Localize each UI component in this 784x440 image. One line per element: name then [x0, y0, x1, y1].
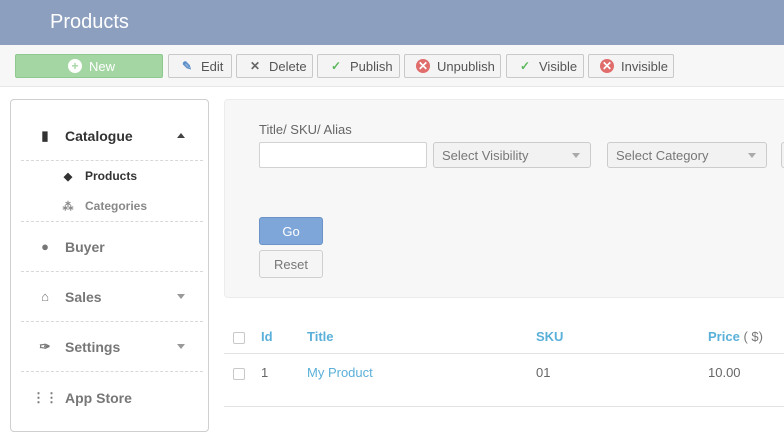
new-button[interactable]: + New: [15, 54, 163, 78]
delete-button[interactable]: ✕ Delete: [236, 54, 313, 78]
column-header-sku[interactable]: SKU: [536, 329, 563, 344]
toolbar: + New ✎ Edit ✕ Delete ✓ Publish ✕ Unpubl…: [0, 45, 784, 87]
sidebar-item-label: Products: [85, 169, 138, 183]
select-all-checkbox[interactable]: [233, 332, 245, 344]
sidebar-item-label: Categories: [85, 199, 148, 213]
visibility-select[interactable]: Select Visibility: [433, 142, 591, 168]
chevron-down-icon: [177, 344, 185, 349]
sidebar-item-label: Settings: [65, 338, 121, 355]
edit-button[interactable]: ✎ Edit: [168, 54, 232, 78]
search-input[interactable]: [259, 142, 427, 168]
sidebar-item-app-store[interactable]: ⋮⋮ App Store: [21, 373, 203, 423]
category-select[interactable]: Select Category: [607, 142, 767, 168]
page-title: Products: [50, 11, 129, 33]
chevron-up-icon: [177, 133, 185, 138]
app-header: Products: [0, 0, 784, 45]
sidebar-item-buyer[interactable]: ● Buyer: [21, 222, 203, 272]
sidebar-item-sales[interactable]: ⌂ Sales: [21, 272, 203, 322]
sidebar-item-settings[interactable]: ✑ Settings: [21, 322, 203, 372]
row-sku: 01: [536, 365, 551, 380]
close-icon: ✕: [249, 59, 261, 73]
x-circle-icon: ✕: [600, 59, 614, 73]
bank-icon: ⌂: [41, 289, 49, 304]
invisible-button-label: Invisible: [621, 58, 668, 74]
category-select-value: Select Category: [616, 147, 709, 163]
plus-circle-icon: +: [68, 59, 82, 73]
column-header-id[interactable]: Id: [261, 329, 273, 344]
unpublish-button[interactable]: ✕ Unpublish: [404, 54, 501, 78]
unpublish-button-label: Unpublish: [437, 58, 495, 74]
products-table: Id Title SKU Price ( $) 1 My Product 01 …: [224, 318, 784, 408]
check-icon: ✓: [519, 59, 531, 73]
search-label: Title/ SKU/ Alias: [259, 122, 352, 137]
delete-button-label: Delete: [269, 58, 307, 74]
price-header-label: Price: [708, 329, 740, 344]
sidebar: ▮ Catalogue ◆ Products ⁂ Categories ● Bu…: [10, 99, 209, 432]
publish-button-label: Publish: [350, 58, 393, 74]
sidebar-item-products[interactable]: ◆ Products: [61, 169, 137, 183]
sidebar-item-label: Catalogue: [65, 127, 133, 144]
book-icon: ▮: [41, 127, 49, 143]
sidebar-item-catalogue[interactable]: ▮ Catalogue: [21, 111, 203, 161]
row-title-link[interactable]: My Product: [307, 365, 373, 380]
sidebar-item-label: Buyer: [65, 238, 105, 255]
edit-icon: ✎: [181, 59, 193, 73]
visible-button-label: Visible: [539, 58, 578, 74]
row-checkbox[interactable]: [233, 368, 245, 380]
grid-icon: ⋮⋮: [32, 390, 58, 405]
user-icon: ●: [41, 239, 49, 254]
sitemap-icon: ⁂: [62, 200, 74, 213]
wrench-icon: ✑: [39, 338, 51, 354]
go-button[interactable]: Go: [259, 217, 323, 245]
sidebar-item-categories[interactable]: ⁂ Categories: [61, 199, 148, 213]
price-unit: ( $): [743, 329, 763, 344]
table-header-row: Id Title SKU Price ( $): [224, 318, 784, 354]
sidebar-item-label: App Store: [65, 390, 132, 406]
sidebar-item-label: Sales: [65, 288, 102, 305]
check-icon: ✓: [330, 59, 342, 73]
invisible-button[interactable]: ✕ Invisible: [588, 54, 674, 78]
reset-button[interactable]: Reset: [259, 250, 323, 278]
table-row: 1 My Product 01 10.00: [224, 354, 784, 407]
tags-icon: ◆: [63, 170, 73, 183]
visibility-select-value: Select Visibility: [442, 147, 529, 163]
edit-button-label: Edit: [201, 58, 224, 74]
x-circle-icon: ✕: [416, 59, 430, 73]
column-header-title[interactable]: Title: [307, 329, 334, 344]
filter-panel: Title/ SKU/ Alias Select Visibility Sele…: [224, 99, 784, 298]
chevron-down-icon: [748, 153, 756, 158]
new-button-label: New: [89, 58, 116, 74]
row-id: 1: [261, 365, 269, 380]
publish-button[interactable]: ✓ Publish: [317, 54, 400, 78]
column-header-price[interactable]: Price ( $): [708, 329, 763, 344]
chevron-down-icon: [177, 294, 185, 299]
visible-button[interactable]: ✓ Visible: [506, 54, 584, 78]
chevron-down-icon: [572, 153, 580, 158]
row-price: 10.00: [708, 365, 741, 380]
